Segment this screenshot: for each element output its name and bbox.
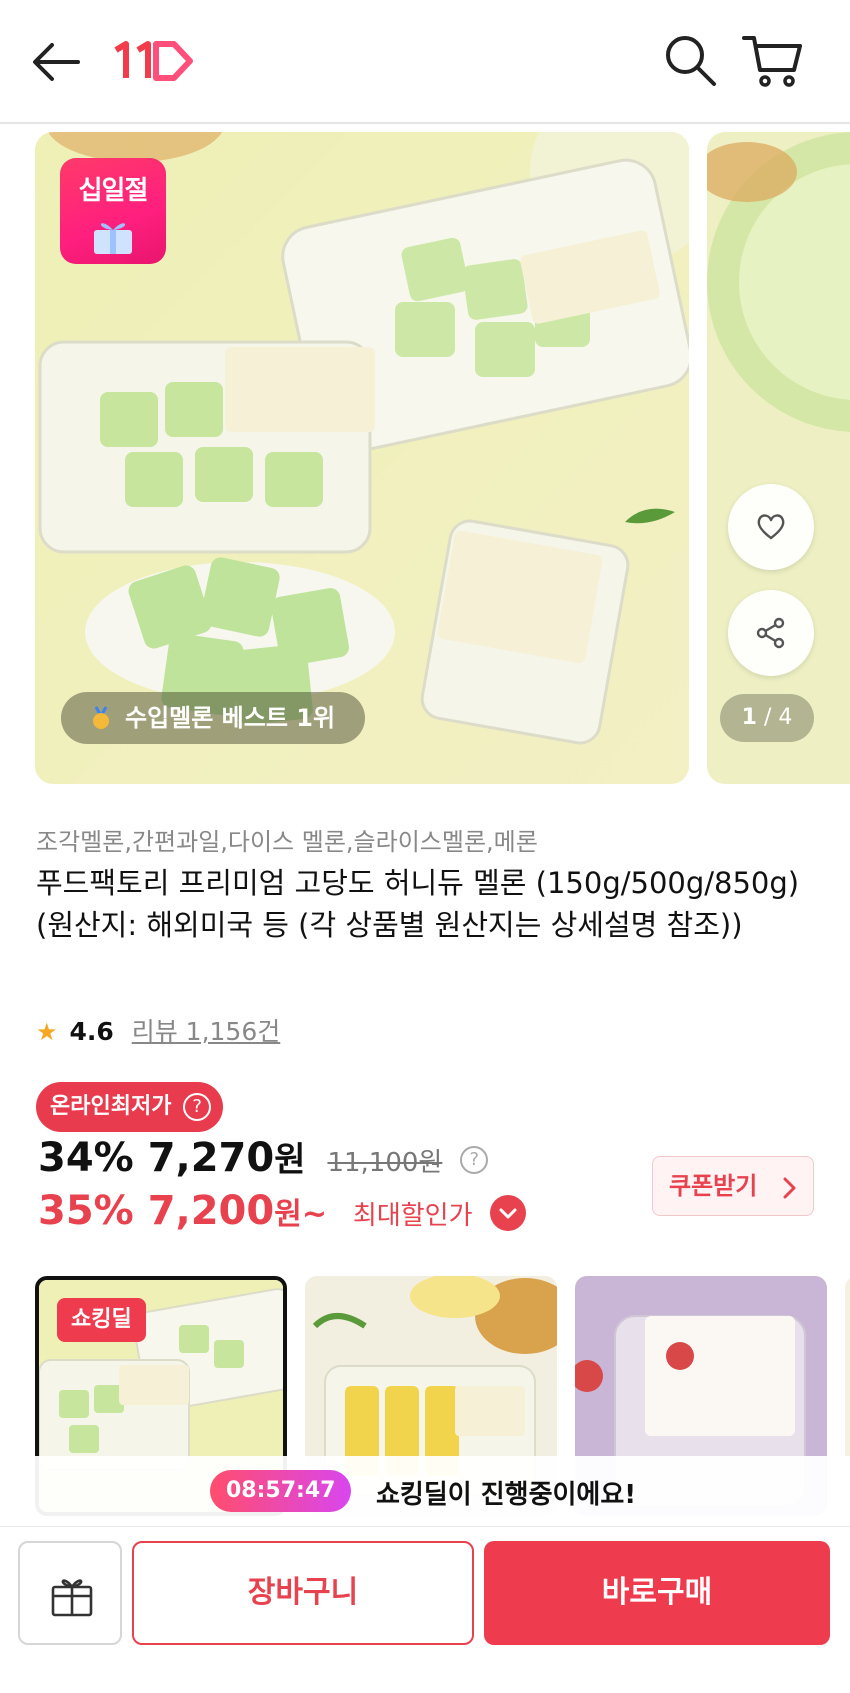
gift-icon xyxy=(51,1579,93,1617)
review-count-link[interactable]: 리뷰 1,156건 xyxy=(132,1017,281,1046)
discount-rate: 34% xyxy=(38,1135,134,1181)
gift-ribbon-icon xyxy=(94,223,132,254)
cart-button[interactable] xyxy=(740,30,806,90)
bottom-action-bar: 장바구니 바로구매 xyxy=(0,1526,850,1693)
buy-now-button[interactable]: 바로구매 xyxy=(484,1541,830,1645)
sale-price: 7,270 xyxy=(147,1135,275,1181)
share-icon xyxy=(756,617,785,649)
currency-unit: 원 xyxy=(274,1140,306,1180)
back-arrow-icon xyxy=(33,43,80,81)
coupon-button[interactable]: 쿠폰받기 xyxy=(652,1156,814,1216)
sale-price-row: 34% 7,270원 11,100원 ? xyxy=(38,1132,489,1181)
search-icon xyxy=(666,36,716,86)
product-image-gallery[interactable]: 십일절 수입멜론 베스트 1위 1 / 4 xyxy=(0,132,850,784)
wishlist-button[interactable] xyxy=(728,484,814,570)
chevron-down-icon[interactable] xyxy=(490,1195,527,1231)
lowest-price-label: 온라인최저가 xyxy=(50,1094,172,1119)
share-button[interactable] xyxy=(728,590,814,676)
back-button[interactable] xyxy=(28,34,84,90)
max-discount-row[interactable]: 35% 7,200원~ 최대할인가 xyxy=(38,1188,527,1234)
shocking-deal-banner: 08:57:47 쇼킹딜이 진행중이에요! xyxy=(0,1456,850,1526)
product-tags[interactable]: 조각멜론,간편과일,다이스 멜론,슬라이스멜론,메론 xyxy=(36,822,538,857)
medal-icon xyxy=(93,706,109,729)
rating-score: 4.6 xyxy=(69,1017,114,1046)
deal-countdown: 08:57:47 xyxy=(210,1470,352,1512)
help-icon[interactable]: ? xyxy=(183,1093,212,1121)
max-discount-rate: 35% xyxy=(38,1188,134,1234)
shocking-deal-badge: 쇼킹딜 xyxy=(57,1298,146,1342)
currency-unit-from: 원~ xyxy=(274,1197,327,1232)
product-title: 푸드팩토리 프리미엄 고당도 허니듀 멜론 (150g/500g/850g) (… xyxy=(36,866,800,942)
deal-message: 쇼킹딜이 진행중이에요! xyxy=(376,1480,637,1510)
chevron-right-icon xyxy=(783,1177,796,1199)
cart-icon xyxy=(742,36,802,87)
star-icon: ★ xyxy=(36,1018,58,1046)
coupon-label: 쿠폰받기 xyxy=(669,1172,758,1200)
max-discount-label: 최대할인가 xyxy=(352,1201,473,1231)
festival-badge: 십일절 xyxy=(60,158,166,264)
pager-total: / 4 xyxy=(763,705,793,730)
best-seller-label: 수입멜론 베스트 1위 xyxy=(61,692,366,744)
lowest-price-badge[interactable]: 온라인최저가 ? xyxy=(36,1082,224,1132)
top-header xyxy=(0,0,850,124)
product-image-next[interactable] xyxy=(707,132,850,784)
add-to-cart-button[interactable]: 장바구니 xyxy=(132,1541,474,1645)
original-price: 11,100원 xyxy=(327,1148,443,1178)
rating-row[interactable]: ★ 4.6 리뷰 1,156건 xyxy=(36,1012,280,1048)
price-help-icon[interactable]: ? xyxy=(460,1146,489,1174)
pager-current: 1 xyxy=(741,705,757,730)
search-button[interactable] xyxy=(660,30,720,90)
11st-logo[interactable] xyxy=(110,34,196,86)
image-pager: 1 / 4 xyxy=(720,694,814,742)
max-discount-price: 7,200 xyxy=(147,1188,275,1234)
gift-button[interactable] xyxy=(18,1541,122,1645)
heart-icon xyxy=(757,514,785,540)
